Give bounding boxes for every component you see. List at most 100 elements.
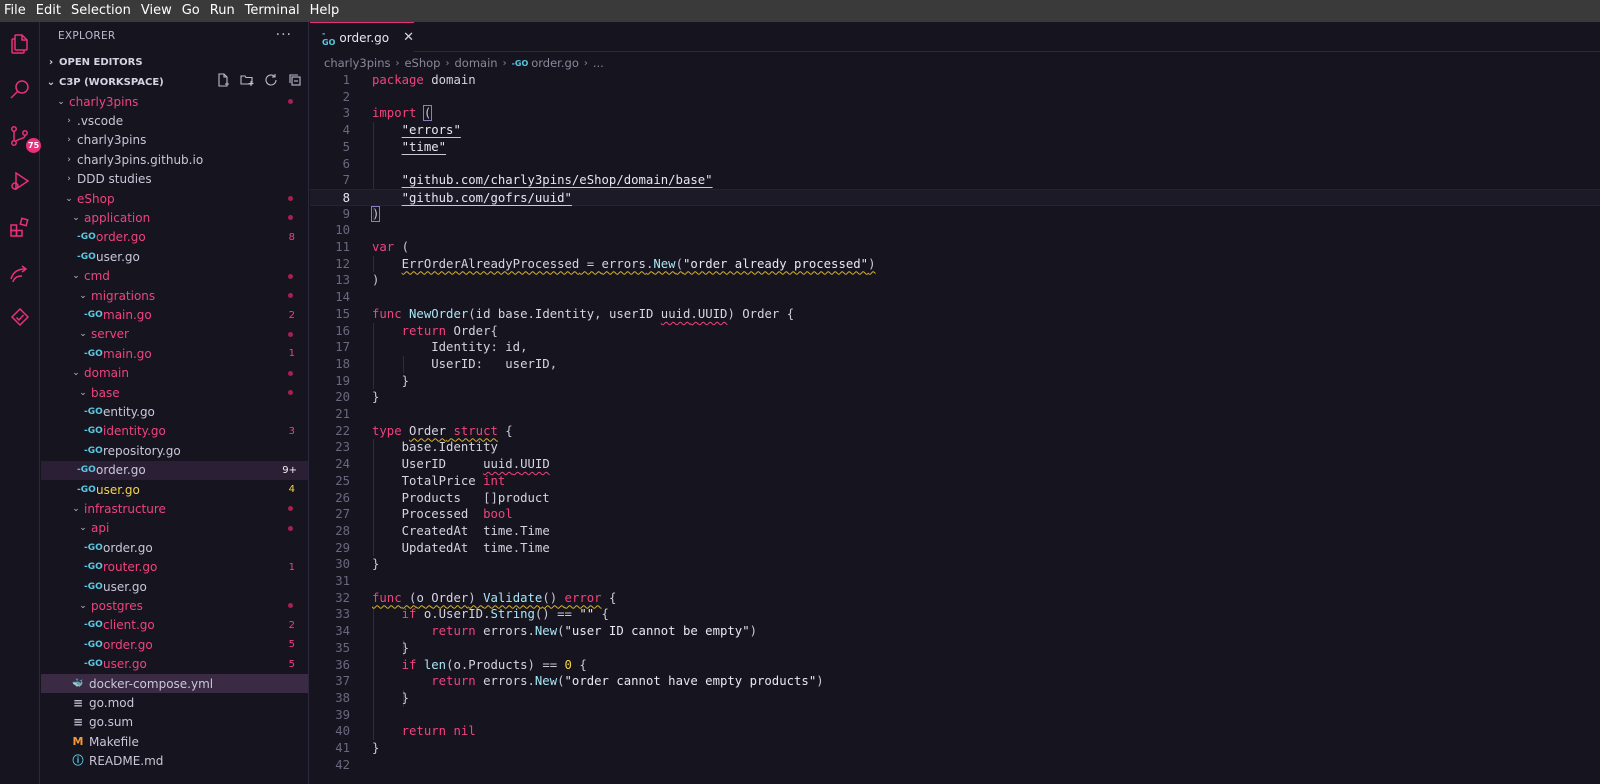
- code-line[interactable]: 11 var (: [310, 239, 1600, 256]
- menu-help[interactable]: Help: [305, 0, 345, 22]
- tree-file[interactable]: -GO user.go: [41, 577, 308, 596]
- tree-file[interactable]: -GO client.go 2: [41, 616, 308, 635]
- code-line[interactable]: 8 "github.com/gofrs/uuid": [310, 188, 1600, 206]
- tab-order-go[interactable]: -GO order.go ✕: [310, 22, 414, 52]
- tree-file[interactable]: -GO order.go 5: [41, 635, 308, 654]
- breadcrumb-item[interactable]: order.go: [531, 56, 579, 70]
- collapse-all-icon[interactable]: [287, 72, 303, 88]
- menu-view[interactable]: View: [136, 0, 177, 22]
- code-editor[interactable]: 1 package domain 2 3 import (4 "errors" 5 "ti…: [310, 72, 1600, 784]
- code-line[interactable]: 19 }: [310, 373, 1600, 390]
- menu-terminal[interactable]: Terminal: [240, 0, 305, 22]
- code-line[interactable]: 5 "time": [310, 139, 1600, 156]
- code-line[interactable]: 18 UserID: userID,: [310, 356, 1600, 373]
- workspace-section[interactable]: ⌄ C3P (WORKSPACE): [41, 72, 308, 92]
- code-line[interactable]: 42: [310, 757, 1600, 774]
- code-line[interactable]: 7 "github.com/charly3pins/eShop/domain/b…: [310, 172, 1600, 189]
- tree-file[interactable]: -GO user.go 4: [41, 480, 308, 499]
- code-line[interactable]: 23 base.Identity: [310, 439, 1600, 456]
- tree-file[interactable]: -GO user.go 5: [41, 655, 308, 674]
- tree-folder[interactable]: ⌄ base: [41, 383, 308, 402]
- new-folder-icon[interactable]: [239, 72, 255, 88]
- code-line[interactable]: 35 }: [310, 640, 1600, 657]
- tree-file[interactable]: ≡ go.sum: [41, 713, 308, 732]
- tree-file[interactable]: -GO entity.go: [41, 402, 308, 421]
- breadcrumb-item[interactable]: ...: [593, 56, 604, 70]
- tree-folder[interactable]: ⌄ server: [41, 325, 308, 344]
- code-line[interactable]: 28 CreatedAt time.Time: [310, 523, 1600, 540]
- code-line[interactable]: 39: [310, 707, 1600, 724]
- tree-file[interactable]: -GO user.go: [41, 247, 308, 266]
- code-line[interactable]: 22 type Order struct {: [310, 423, 1600, 440]
- code-line[interactable]: 31: [310, 573, 1600, 590]
- tree-folder[interactable]: ⌄ migrations: [41, 286, 308, 305]
- code-line[interactable]: 37 return errors.New("order cannot have …: [310, 673, 1600, 690]
- tree-folder[interactable]: › DDD studies: [41, 170, 308, 189]
- tree-file[interactable]: -GO main.go 2: [41, 305, 308, 324]
- code-line[interactable]: 17 Identity: id,: [310, 339, 1600, 356]
- open-editors-section[interactable]: › OPEN EDITORS: [41, 52, 308, 72]
- code-line[interactable]: 16 return Order{: [310, 323, 1600, 340]
- breadcrumb-item[interactable]: charly3pins: [324, 56, 390, 70]
- code-line[interactable]: 12 ErrOrderAlreadyProcessed = errors.New…: [310, 256, 1600, 273]
- tree-folder[interactable]: › charly3pins.github.io: [41, 150, 308, 169]
- code-line[interactable]: 1 package domain: [310, 72, 1600, 89]
- code-line[interactable]: 24 UserID uuid.UUID: [310, 456, 1600, 473]
- code-line[interactable]: 29 UpdatedAt time.Time: [310, 540, 1600, 557]
- tree-file[interactable]: ≡ go.mod: [41, 693, 308, 712]
- code-line[interactable]: 32 func (o Order) Validate() error {: [310, 590, 1600, 607]
- code-line[interactable]: 13): [310, 272, 1600, 289]
- code-line[interactable]: 30}: [310, 556, 1600, 573]
- refresh-icon[interactable]: [263, 72, 279, 88]
- tree-folder[interactable]: ⌄ charly3pins: [41, 92, 308, 111]
- code-line[interactable]: 38 }: [310, 690, 1600, 707]
- code-line[interactable]: 27 Processed bool: [310, 506, 1600, 523]
- code-line[interactable]: 40 return nil: [310, 723, 1600, 740]
- run-debug-icon[interactable]: [8, 169, 32, 193]
- tree-file[interactable]: 🐳 docker-compose.yml: [41, 674, 308, 694]
- source-control-icon[interactable]: 75: [8, 124, 42, 153]
- tree-file[interactable]: M Makefile: [41, 732, 308, 751]
- tree-file[interactable]: -GO main.go 1: [41, 344, 308, 363]
- menu-selection[interactable]: Selection: [66, 0, 136, 22]
- tree-folder[interactable]: ⌄ postgres: [41, 596, 308, 615]
- tree-file[interactable]: ⓘ README.md: [41, 752, 308, 771]
- tree-file[interactable]: -GO repository.go: [41, 441, 308, 460]
- new-file-icon[interactable]: [215, 72, 231, 88]
- testing-icon[interactable]: [8, 306, 32, 330]
- menu-go[interactable]: Go: [177, 0, 205, 22]
- code-line[interactable]: 25 TotalPrice int: [310, 473, 1600, 490]
- tree-folder[interactable]: ⌄ application: [41, 208, 308, 227]
- code-line[interactable]: 15 func NewOrder(id base.Identity, userID…: [310, 306, 1600, 323]
- code-line[interactable]: 2: [310, 89, 1600, 106]
- breadcrumb-item[interactable]: eShop: [404, 56, 440, 70]
- explorer-icon[interactable]: [8, 32, 32, 56]
- tree-folder[interactable]: ⌄ eShop: [41, 189, 308, 208]
- tree-file[interactable]: -GO router.go 1: [41, 558, 308, 577]
- extensions-icon[interactable]: [8, 215, 32, 239]
- tree-folder[interactable]: ⌄ api: [41, 519, 308, 538]
- tree-folder[interactable]: › .vscode: [41, 111, 308, 130]
- code-line[interactable]: 9): [310, 205, 1600, 223]
- code-line[interactable]: 3 import (: [310, 105, 1600, 122]
- close-icon[interactable]: ✕: [403, 30, 414, 45]
- code-line[interactable]: 26 Products []product: [310, 490, 1600, 507]
- code-line[interactable]: 34 return errors.New("user ID cannot be …: [310, 623, 1600, 640]
- breadcrumb-item[interactable]: domain: [454, 56, 497, 70]
- code-line[interactable]: 10: [310, 222, 1600, 239]
- menu-file[interactable]: File: [0, 0, 31, 22]
- tree-folder[interactable]: ⌄ cmd: [41, 267, 308, 286]
- code-line[interactable]: 21: [310, 406, 1600, 423]
- code-line[interactable]: 6: [310, 156, 1600, 173]
- menu-run[interactable]: Run: [205, 0, 240, 22]
- remote-explorer-icon[interactable]: [8, 261, 32, 285]
- code-line[interactable]: 33 if o.UserID.String() == "" {: [310, 606, 1600, 623]
- code-line[interactable]: 20}: [310, 389, 1600, 406]
- code-line[interactable]: 36 if len(o.Products) == 0 {: [310, 657, 1600, 674]
- tree-file[interactable]: -GO order.go 9+: [41, 460, 308, 480]
- more-actions-icon[interactable]: ···: [276, 27, 292, 43]
- tree-file[interactable]: -GO order.go: [41, 538, 308, 557]
- tree-folder[interactable]: › charly3pins: [41, 131, 308, 150]
- search-icon[interactable]: [8, 78, 32, 102]
- code-line[interactable]: 41}: [310, 740, 1600, 757]
